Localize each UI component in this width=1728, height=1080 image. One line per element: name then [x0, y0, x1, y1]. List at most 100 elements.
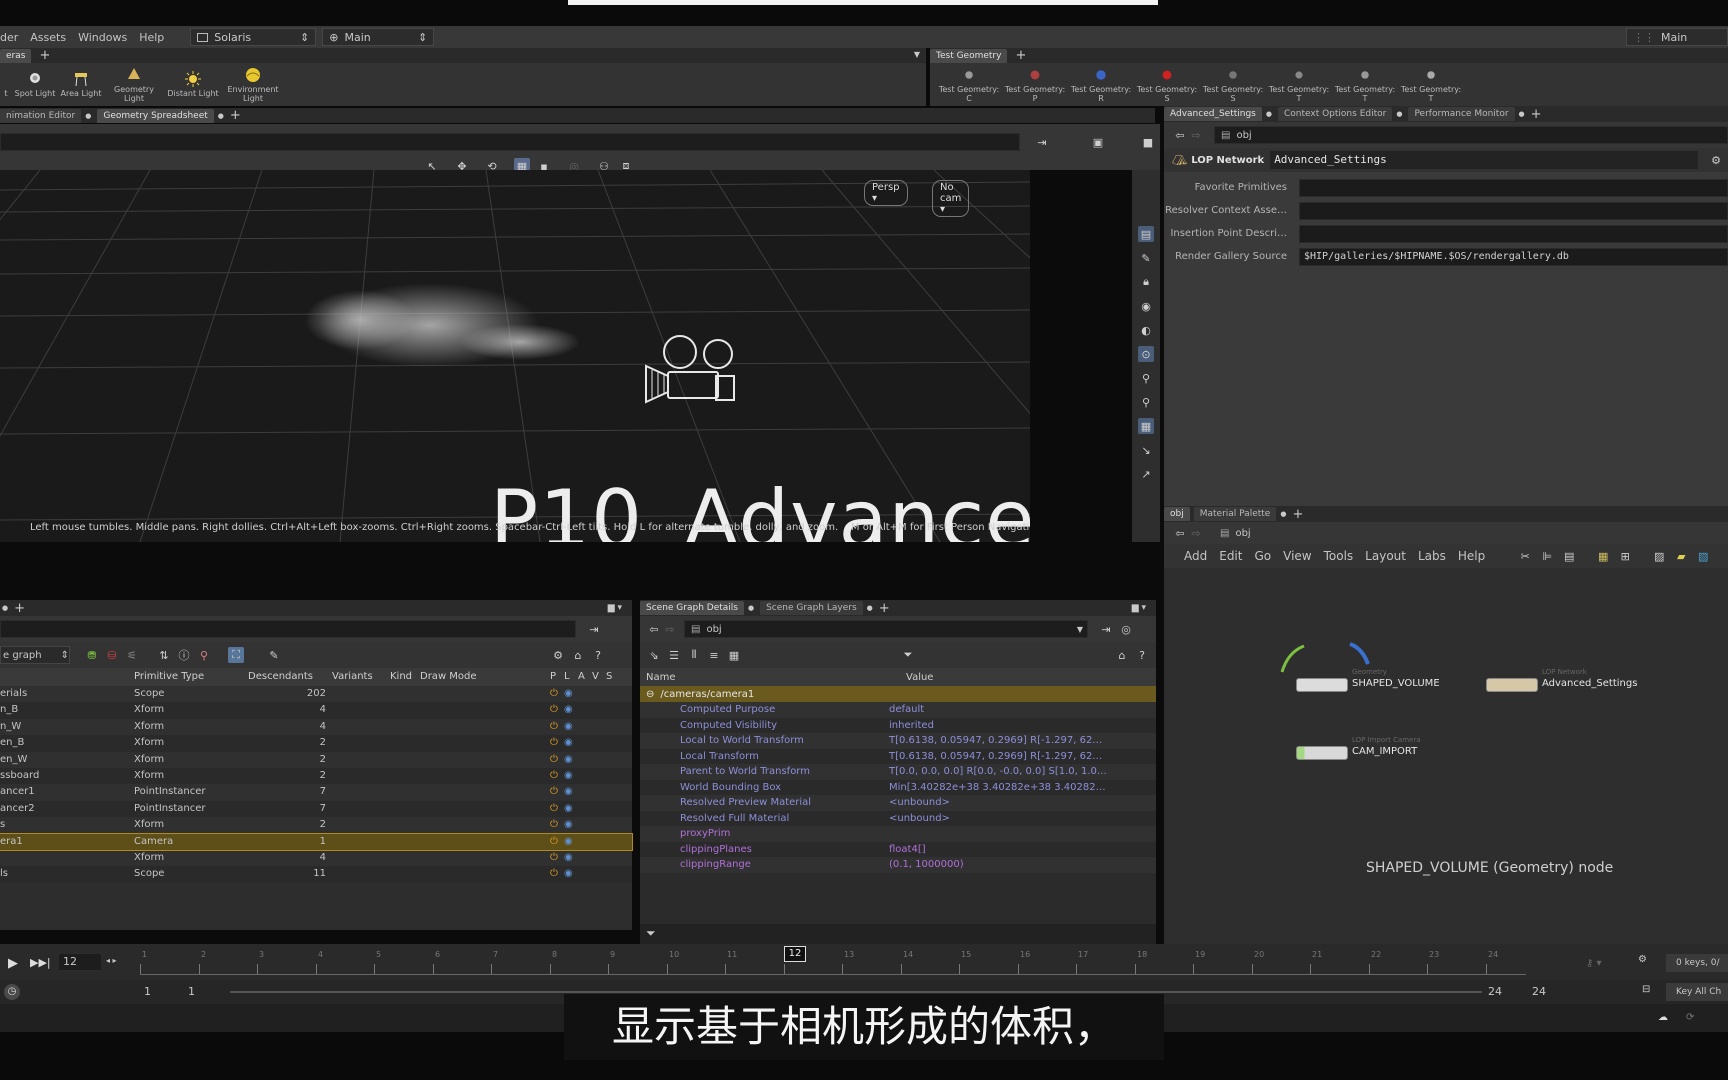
- hierarchy-icon[interactable]: ⇘: [646, 647, 662, 663]
- node-shaped-volume[interactable]: Geometry SHAPED_VOLUME: [1296, 668, 1440, 692]
- pane-menu-icon[interactable]: ▆ ▾: [1132, 603, 1146, 613]
- key-all-icon[interactable]: ⊟: [1642, 984, 1650, 995]
- forward-arrow-icon[interactable]: ⇨: [1188, 525, 1204, 541]
- tab-close-icon[interactable]: ●: [1519, 110, 1525, 118]
- sync-icon[interactable]: ⚙: [1638, 954, 1647, 965]
- list-item[interactable]: clippingRange (0.1, 1000000): [640, 857, 1156, 873]
- col-p[interactable]: P: [550, 668, 564, 686]
- ghost-icon[interactable]: ✎: [1138, 250, 1154, 266]
- back-arrow-icon[interactable]: ⇦: [1172, 525, 1188, 541]
- gear-icon[interactable]: ⚙: [1708, 152, 1724, 168]
- tab-close-icon[interactable]: ●: [748, 604, 754, 612]
- viewport-layout-icon[interactable]: ■: [1140, 134, 1156, 150]
- key-icon[interactable]: ⚷ ▾: [1586, 958, 1602, 969]
- link-icon[interactable]: ◎: [1118, 621, 1134, 637]
- details-prim-row[interactable]: ⊖ /cameras/camera1: [640, 686, 1156, 702]
- net-menu-edit[interactable]: Edit: [1219, 549, 1242, 563]
- tab-geometry-spreadsheet[interactable]: Geometry Spreadsheet: [97, 108, 214, 123]
- active-toggle-icon[interactable]: ⏻: [550, 784, 564, 800]
- col-primitive-type[interactable]: Primitive Type: [134, 668, 248, 686]
- visibility-toggle-icon[interactable]: ◉: [564, 817, 578, 833]
- table-icon[interactable]: ▦: [726, 647, 742, 663]
- viewer-path-field[interactable]: [0, 133, 1020, 151]
- active-toggle-icon[interactable]: ⏻: [550, 834, 564, 850]
- right-context-selector[interactable]: ⋮⋮ Main: [1626, 28, 1728, 46]
- add-tab-icon[interactable]: +: [230, 108, 241, 123]
- active-toggle-icon[interactable]: ⏻: [550, 719, 564, 735]
- tool-test-geometry-t3[interactable]: Test Geometry: T: [1398, 66, 1464, 103]
- menu-item-render[interactable]: der: [0, 31, 18, 44]
- visibility-toggle-icon[interactable]: ◉: [564, 768, 578, 784]
- pin-point-icon[interactable]: ⚲: [1138, 370, 1154, 386]
- tool-geometry-light[interactable]: Geometry Light: [104, 67, 164, 103]
- add-tab-icon[interactable]: +: [1015, 48, 1026, 63]
- tree-icon[interactable]: ⊫: [1539, 548, 1555, 564]
- start-frame-a[interactable]: 1: [144, 985, 151, 998]
- table-row[interactable]: ls Scope 11 ⏻ ◉: [0, 866, 632, 883]
- help-icon[interactable]: ?: [590, 647, 606, 663]
- back-arrow-icon[interactable]: ⇦: [1172, 127, 1188, 143]
- table-row[interactable]: n_W Xform 4 ⏻ ◉: [0, 718, 632, 736]
- network-box-icon[interactable]: ▧: [1695, 548, 1711, 564]
- table-row[interactable]: n_B Xform 4 ⏻ ◉: [0, 702, 632, 719]
- sort-icon[interactable]: ⇅: [156, 647, 172, 663]
- col-v[interactable]: V: [592, 668, 606, 686]
- back-arrow-icon[interactable]: ⇦: [646, 621, 662, 637]
- chat-icon[interactable]: ☁: [1658, 1012, 1668, 1023]
- tab-close-icon[interactable]: ●: [1396, 110, 1402, 118]
- tab-context-options-editor[interactable]: Context Options Editor: [1277, 107, 1393, 121]
- active-toggle-icon[interactable]: ⏻: [550, 735, 564, 751]
- col-name[interactable]: Name: [640, 672, 906, 683]
- col-draw-mode[interactable]: Draw Mode: [420, 668, 550, 686]
- col-s[interactable]: S: [606, 668, 620, 686]
- add-tab-icon[interactable]: +: [14, 601, 25, 616]
- realtime-icon[interactable]: ◷: [4, 984, 20, 1000]
- visibility-toggle-icon[interactable]: ◉: [564, 752, 578, 768]
- pin-icon[interactable]: ⇥: [1034, 134, 1050, 150]
- camera-menu[interactable]: No cam ▾: [932, 180, 970, 217]
- scene-graph-mode-select[interactable]: e graph ⇕: [0, 646, 70, 664]
- tool-test-geometry-r[interactable]: Test Geometry: R: [1068, 66, 1134, 103]
- point-icon[interactable]: ◉: [1138, 298, 1154, 314]
- table-row[interactable]: ancer2 PointInstancer 7 ⏻ ◉: [0, 800, 632, 818]
- tab-close-icon[interactable]: ●: [1266, 110, 1272, 118]
- node-cam-import[interactable]: LOP Import Camera CAM_IMPORT: [1296, 736, 1421, 760]
- tool-test-geometry-s2[interactable]: Test Geometry: S: [1200, 66, 1266, 103]
- tab-obj[interactable]: obj: [1164, 507, 1190, 521]
- pin-icon[interactable]: ⇥: [586, 621, 602, 637]
- network-canvas[interactable]: Geometry SHAPED_VOLUME LOP Network Advan…: [1164, 568, 1728, 924]
- list-item[interactable]: Computed Visibility inherited: [640, 717, 1156, 733]
- menu-item-assets[interactable]: Assets: [30, 31, 66, 44]
- active-toggle-icon[interactable]: ⏻: [550, 817, 564, 833]
- help-icon[interactable]: ?: [1134, 647, 1150, 663]
- prune-icon[interactable]: ⚟: [124, 647, 140, 663]
- net-menu-add[interactable]: Add: [1184, 549, 1207, 563]
- active-toggle-icon[interactable]: ⏻: [550, 850, 564, 866]
- net-menu-labs[interactable]: Labs: [1418, 549, 1446, 563]
- gear-icon[interactable]: ⚙: [550, 647, 566, 663]
- visibility-toggle-icon[interactable]: ◉: [564, 702, 578, 718]
- add-tab-icon[interactable]: +: [879, 601, 890, 616]
- visibility-toggle-icon[interactable]: ◉: [564, 850, 578, 866]
- add-tab-icon[interactable]: +: [1531, 107, 1542, 122]
- table-row[interactable]: erials Scope 202 ⏻ ◉: [0, 686, 632, 703]
- timeline-ruler[interactable]: 123456789101112131415161718192021222324: [140, 944, 1526, 980]
- list-item[interactable]: Parent to World Transform T[0.0, 0.0, 0.0…: [640, 764, 1156, 780]
- tool-test-geometry-s1[interactable]: Test Geometry: S: [1134, 66, 1200, 103]
- col-a[interactable]: A: [578, 668, 592, 686]
- frame-marker[interactable]: 12: [784, 946, 806, 962]
- start-frame-b[interactable]: 1: [188, 985, 195, 998]
- list-item[interactable]: Computed Purpose default: [640, 702, 1156, 718]
- table-row[interactable]: Xform 4 ⏻ ◉: [0, 849, 632, 867]
- list-item[interactable]: Local Transform T[0.6138, 0.05947, 0.2969…: [640, 748, 1156, 764]
- forward-arrow-icon[interactable]: ⇨: [662, 621, 678, 637]
- list-item[interactable]: World Bounding Box Min[3.40282e+38 3.4028…: [640, 779, 1156, 795]
- net-menu-layout[interactable]: Layout: [1365, 549, 1406, 563]
- table-row[interactable]: ssboard Xform 2 ⏻ ◉: [0, 767, 632, 785]
- camera-toggle-icon[interactable]: ⊙: [1138, 346, 1154, 362]
- col-variants[interactable]: Variants: [332, 668, 390, 686]
- list-icon[interactable]: ▤: [1561, 548, 1577, 564]
- toggle-display-icon[interactable]: ▤: [1138, 226, 1154, 242]
- play-icon[interactable]: ▶: [8, 956, 18, 971]
- tool-test-geometry-t1[interactable]: Test Geometry: T: [1266, 66, 1332, 103]
